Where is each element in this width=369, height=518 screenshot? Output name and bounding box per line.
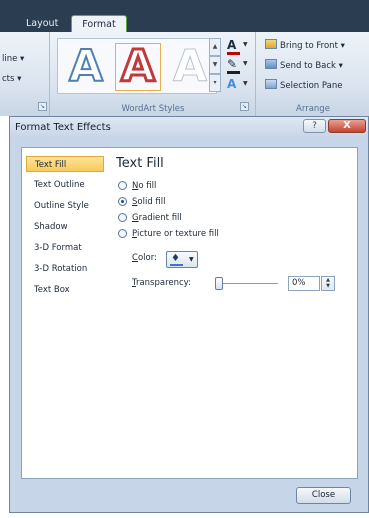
tab-format[interactable]: Format [71, 15, 127, 32]
dialog-titlebar[interactable]: Format Text Effects ? X [10, 117, 368, 139]
bring-to-front-button[interactable]: Bring to Front ▾ [265, 39, 345, 53]
nav-item-outline-style[interactable]: Outline Style [26, 198, 104, 214]
wordart-style-blue-outline[interactable]: A [62, 41, 110, 93]
nav-item-text-fill[interactable]: Text Fill [26, 156, 104, 172]
ribbon-body: line ▾ cts ▾ ↘ A A A ▲ ▼ ▾ A ▼ ✎ ▼ A ▼ W… [0, 32, 369, 116]
nav-item-text-outline[interactable]: Text Outline [26, 177, 104, 193]
bring-to-front-label: Bring to Front ▾ [280, 41, 345, 51]
ribbon: Layout Format line ▾ cts ▾ ↘ A A A ▲ ▼ ▾… [0, 0, 369, 116]
bring-to-front-icon [265, 39, 277, 49]
tab-layout[interactable]: Layout [20, 15, 64, 32]
text-outline-color-bar [227, 71, 240, 74]
help-button[interactable]: ? [303, 119, 326, 133]
selection-pane-label: Selection Pane [280, 81, 343, 91]
shape-effects-button[interactable]: cts ▾ [2, 74, 21, 84]
wordart-style-red-outline[interactable]: A [114, 40, 162, 93]
send-to-back-button[interactable]: Send to Back ▾ [265, 59, 343, 73]
radio-button[interactable] [118, 213, 127, 222]
panel-title: Text Fill [116, 156, 164, 171]
text-effects-button[interactable]: A ▼ [225, 78, 251, 94]
wordart-style-gray-outline[interactable]: A [166, 41, 214, 92]
wordart-gallery[interactable]: A A A [57, 38, 217, 94]
ribbon-tab-bar: Layout Format [0, 0, 369, 32]
transparency-slider-thumb[interactable] [215, 277, 223, 290]
selected-color-bar [170, 264, 183, 266]
nav-item-3d-rotation[interactable]: 3-D Rotation [26, 261, 104, 277]
transparency-slider-track[interactable] [218, 283, 278, 284]
wordart-styles-label: WordArt Styles [121, 104, 185, 114]
nav-item-shadow[interactable]: Shadow [26, 219, 104, 235]
send-to-back-icon [265, 59, 277, 69]
ribbon-group-partial: line ▾ cts ▾ ↘ [0, 32, 50, 116]
radio-button-selected[interactable] [118, 197, 127, 206]
format-text-effects-dialog: Format Text Effects ? X Text Fill Text O… [9, 116, 369, 513]
category-list: Text Fill Text Outline Outline Style Sha… [21, 147, 109, 479]
radio-label: Solid fill [132, 197, 166, 207]
wordart-launcher-icon[interactable]: ↘ [240, 102, 249, 111]
radio-label: Gradient fill [132, 213, 182, 223]
wordart-styles-group: A A A ▲ ▼ ▾ A ▼ ✎ ▼ A ▼ WordArt Styles ↘ [51, 32, 256, 116]
chevron-down-icon: ▼ [189, 256, 194, 263]
fill-color-picker[interactable]: ♦ ▼ [166, 251, 198, 268]
chevron-down-icon: ▼ [243, 80, 248, 87]
group-launcher-icon[interactable]: ↘ [38, 102, 47, 111]
radio-button[interactable] [118, 229, 127, 238]
text-effects-icon: A [227, 77, 237, 91]
color-label: Color: [132, 253, 157, 263]
selection-pane-icon [265, 79, 277, 89]
radio-label: Picture or texture fill [132, 229, 219, 239]
dialog-title: Format Text Effects [15, 122, 111, 133]
gallery-scroll: ▲ ▼ ▾ [209, 38, 221, 94]
gallery-scroll-up-icon[interactable]: ▲ [209, 38, 221, 56]
shape-outline-button[interactable]: line ▾ [2, 54, 24, 64]
text-fill-color-bar [227, 52, 240, 55]
arrange-group: Bring to Front ▾ Send to Back ▾ Selectio… [257, 32, 369, 116]
close-icon[interactable]: X [328, 119, 366, 133]
arrange-label: Arrange [296, 104, 330, 114]
gallery-scroll-down-icon[interactable]: ▼ [209, 56, 221, 74]
chevron-down-icon: ▼ [243, 41, 248, 48]
nav-item-text-box[interactable]: Text Box [26, 282, 104, 298]
transparency-spinner[interactable]: ▲ ▼ [321, 276, 335, 291]
transparency-input[interactable]: 0% [288, 276, 320, 291]
pen-icon: ✎ [227, 57, 238, 71]
nav-item-3d-format[interactable]: 3-D Format [26, 240, 104, 256]
spin-down-icon[interactable]: ▼ [322, 283, 334, 289]
text-fill-button[interactable]: A ▼ [225, 39, 251, 55]
text-outline-button[interactable]: ✎ ▼ [225, 58, 251, 74]
selection-pane-button[interactable]: Selection Pane [265, 79, 342, 93]
radio-button[interactable] [118, 181, 127, 190]
send-to-back-label: Send to Back ▾ [280, 61, 343, 71]
transparency-row: Transparency: 0% ▲ ▼ [132, 275, 352, 291]
gallery-more-icon[interactable]: ▾ [209, 74, 221, 92]
paint-bucket-icon: ♦ [171, 253, 180, 264]
chevron-down-icon: ▼ [243, 60, 248, 67]
radio-label: No fill [132, 181, 157, 191]
transparency-label: Transparency: [132, 278, 191, 288]
close-button[interactable]: Close [296, 487, 351, 504]
text-fill-icon: A [227, 38, 237, 52]
text-fill-panel: Text Fill No fill Solid fill Gradient fi… [108, 147, 358, 479]
